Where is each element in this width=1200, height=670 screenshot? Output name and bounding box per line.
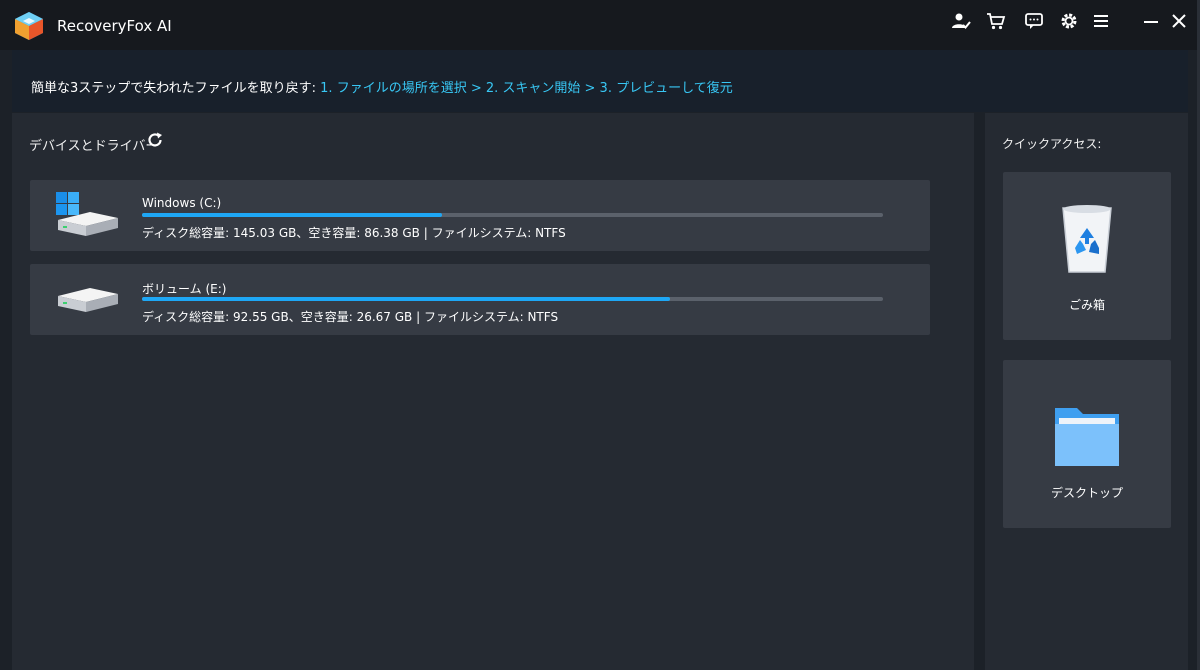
account-check-icon[interactable] [950, 10, 972, 32]
feedback-icon[interactable] [1023, 10, 1045, 32]
drive-info: ディスク総容量: 92.55 GB、空き容量: 26.67 GB | ファイルシ… [142, 310, 559, 324]
close-icon[interactable] [1168, 10, 1190, 32]
steps-guide: 1. ファイルの場所を選択 > 2. スキャン開始 > 3. プレビューして復元 [320, 81, 733, 96]
devices-title: デバイスとドライバー [29, 139, 159, 154]
quick-access-label: ごみ箱 [1068, 298, 1105, 312]
cart-icon[interactable] [985, 10, 1007, 32]
folder-icon [1055, 408, 1119, 466]
menu-icon[interactable] [1090, 10, 1112, 32]
drive-name: Windows (C:) [142, 196, 222, 210]
steps-text: 簡単な3ステップで失われたファイルを取り戻す: 1. ファイルの場所を選択 > … [31, 77, 733, 96]
drive-usage-bar [142, 297, 883, 301]
minimize-icon[interactable] [1140, 10, 1162, 32]
steps-prefix: 簡単な3ステップで失われたファイルを取り戻す: [31, 81, 317, 96]
drive-item-c[interactable]: Windows (C:) ディスク総容量: 145.03 GB、空き容量: 86… [30, 180, 930, 251]
windows-drive-icon [56, 192, 118, 236]
drive-item-e[interactable]: ボリューム (E:) ディスク総容量: 92.55 GB、空き容量: 26.67… [30, 264, 930, 335]
drive-info: ディスク総容量: 145.03 GB、空き容量: 86.38 GB | ファイル… [142, 226, 566, 240]
quick-access-desktop[interactable]: デスクトップ [1003, 360, 1171, 528]
recycle-bin-icon [1062, 205, 1112, 273]
hard-drive-icon [58, 288, 118, 312]
title-bar: RecoveryFox AI [0, 0, 1200, 50]
quick-access-recycle-bin[interactable]: ごみ箱 [1003, 172, 1171, 340]
drive-usage-bar [142, 213, 883, 217]
quick-access-label: デスクトップ [1050, 486, 1123, 500]
quick-access-title: クイックアクセス: [1002, 137, 1102, 151]
app-logo-icon [15, 12, 43, 40]
drive-name: ボリューム (E:) [142, 282, 227, 296]
app-title: RecoveryFox AI [57, 17, 172, 35]
drive-usage-fill [142, 297, 670, 301]
gear-icon[interactable] [1058, 10, 1080, 32]
devices-panel: デバイスとドライバー Windows (C:) ディスク総容量: 145.03 … [12, 113, 974, 670]
drive-usage-fill [142, 213, 443, 217]
refresh-icon[interactable] [146, 131, 164, 149]
steps-banner: 簡単な3ステップで失われたファイルを取り戻す: 1. ファイルの場所を選択 > … [12, 50, 1188, 112]
quick-access-panel: クイックアクセス: ごみ箱 デスクトップ [985, 113, 1188, 670]
